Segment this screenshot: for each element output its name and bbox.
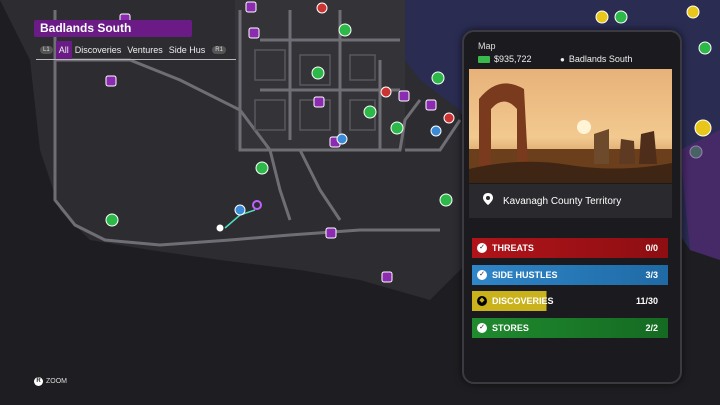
location-display: ● Badlands South [560, 54, 632, 64]
category-stores[interactable]: ✓ STORES 2/2 [472, 318, 668, 338]
category-discoveries[interactable]: ◆ DISCOVERIES 11/30 [472, 291, 668, 311]
location-name: Badlands South [568, 54, 633, 64]
diamond-icon: ◆ [477, 296, 487, 306]
region-title: Badlands South [40, 21, 132, 35]
l1-button-icon[interactable]: L1 [40, 46, 53, 54]
tab-side-hustles[interactable]: Side Hus [166, 41, 209, 59]
territory-row: Kavanagh County Territory [469, 184, 672, 218]
map-filter-tabs: L1 All Discoveries Ventures Side Hus R1 [36, 41, 236, 60]
territory-name: Kavanagh County Territory [503, 195, 622, 207]
category-count: 11/30 [635, 296, 658, 306]
category-label: SIDE HUSTLES [492, 270, 558, 280]
r1-button-icon[interactable]: R1 [212, 46, 226, 54]
tab-all[interactable]: All [55, 41, 72, 59]
phone-map-panel: Map $935,722 ● Badlands South Kavanagh C… [462, 30, 682, 384]
category-threats[interactable]: ✓ THREATS 0/0 [472, 238, 668, 258]
location-pin-icon: ● [560, 54, 565, 64]
category-count: 3/3 [645, 270, 658, 280]
category-label: STORES [492, 323, 529, 333]
category-count: 0/0 [645, 243, 658, 253]
location-photo [469, 69, 672, 183]
money-value: $935,722 [494, 54, 532, 64]
check-icon: ✓ [477, 323, 487, 333]
zoom-hint: R ZOOM [34, 377, 67, 386]
r-stick-icon: R [34, 377, 43, 386]
money-display: $935,722 [478, 54, 532, 64]
category-label: DISCOVERIES [492, 296, 554, 306]
category-side-hustles[interactable]: ✓ SIDE HUSTLES 3/3 [472, 265, 668, 285]
category-label: THREATS [492, 243, 534, 253]
zoom-label: ZOOM [46, 378, 67, 385]
phone-header: Map [478, 41, 496, 51]
territory-pin-icon [483, 192, 493, 210]
check-icon: ✓ [477, 243, 487, 253]
player-marker-icon[interactable] [216, 224, 224, 232]
category-count: 2/2 [645, 323, 658, 333]
cash-icon [478, 55, 490, 63]
tab-ventures[interactable]: Ventures [124, 41, 166, 59]
check-icon: ✓ [477, 270, 487, 280]
tab-discoveries[interactable]: Discoveries [72, 41, 125, 59]
